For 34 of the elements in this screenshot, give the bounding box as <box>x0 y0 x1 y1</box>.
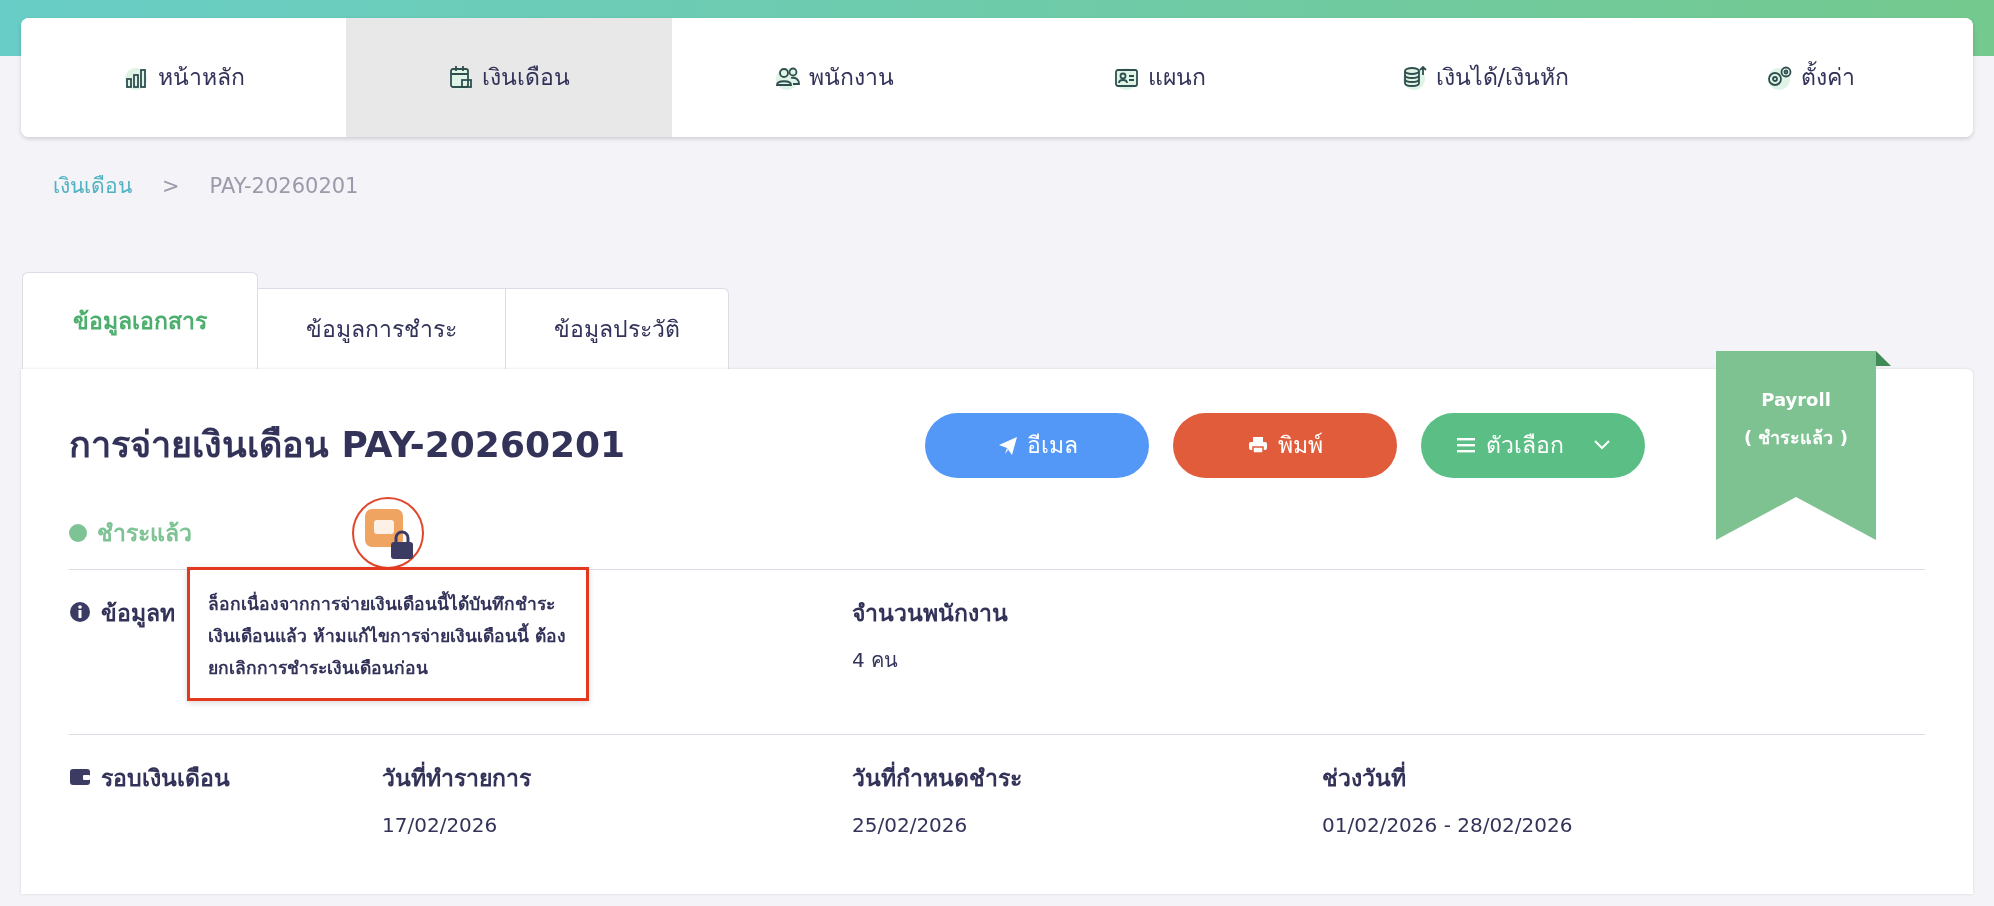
menu-icon <box>1456 435 1477 455</box>
field-value: 01/02/2026 - 28/02/2026 <box>1322 811 1574 839</box>
nav-tab[interactable]: แผนก <box>997 18 1323 137</box>
field-value: 25/02/2026 <box>852 811 969 839</box>
nav-tab[interactable]: เงินได้/เงินหัก <box>1322 18 1648 137</box>
status-label: ชำระแล้ว <box>97 518 192 548</box>
print-button[interactable]: พิมพ์ <box>1173 412 1398 478</box>
section-heading: รอบเงินเดือน <box>101 764 230 793</box>
field-value: 17/02/2026 <box>382 811 499 839</box>
field-label: วันที่กำหนดชำระ <box>852 761 1322 796</box>
chevron-down-icon <box>1594 440 1611 450</box>
tab[interactable]: ข้อมูลประวัติ <box>506 288 729 369</box>
breadcrumb-separator: > <box>162 173 180 200</box>
field-value: 4 คน <box>852 646 900 674</box>
nav-tab[interactable]: หน้าหลัก <box>21 18 347 137</box>
info-icon <box>69 601 91 623</box>
wallet-icon <box>69 766 91 788</box>
nav-tab[interactable]: เงินเดือน <box>346 18 672 137</box>
field-label: ช่วงวันที่ <box>1322 761 1925 796</box>
gears-icon <box>1765 64 1793 91</box>
tab[interactable]: ข้อมูลการชำระ <box>258 288 506 369</box>
nav-tab[interactable]: พนักงาน <box>671 18 997 137</box>
document-title: การจ่ายเงินเดือน PAY-20260201 <box>69 423 626 467</box>
nav-tab[interactable]: ตั้งค่า <box>1647 18 1973 137</box>
printer-icon <box>1247 435 1268 455</box>
coins-icon <box>1400 64 1428 91</box>
section-heading: ข้อมูลท <box>101 599 175 630</box>
field-label: จำนวนพนักงาน <box>852 599 1009 628</box>
ribbon-title: Payroll <box>1760 388 1832 412</box>
field-label: วันที่ทำรายการ <box>382 761 852 796</box>
calendar-icon <box>447 64 475 91</box>
ribbon-subtitle: ( ชำระแล้ว ) <box>1743 426 1849 450</box>
breadcrumb-current: PAY-20260201 <box>209 173 359 200</box>
lock-tooltip: ล็อกเนื่องจากการจ่ายเงินเดือนนี้ได้บันทึกชำระเงินเดือนแล้ว ห้ามแก้ไขการจ่ายเงินเดือนนี้ ต้องยกเลิกการชำระเงินเดือนก่อน <box>187 567 589 701</box>
